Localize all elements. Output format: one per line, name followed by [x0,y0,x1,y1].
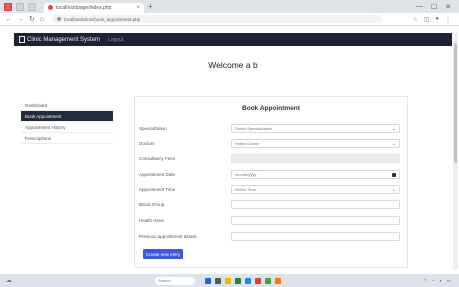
form-row-date: Appointment Date mm/dd/yyyy [139,170,403,179]
task-view-icon[interactable] [215,277,221,284]
chrome-icon[interactable] [255,277,261,284]
profile-icon[interactable]: ● [435,16,439,23]
specialization-select[interactable]: Select Specialization ⌄ [231,124,400,133]
scrollbar-thumb[interactable] [454,43,457,163]
sidebar-item-appointment-history[interactable]: Appointment History [21,122,113,133]
health-issue-input[interactable] [231,216,400,225]
welcome-heading: Welcome a b [208,60,258,70]
book-appointment-card: Book Appointment Specialization Select S… [134,96,408,268]
form-row-previous-details: Previous appointment details [139,232,403,241]
brand[interactable]: Clinic Management System [19,36,100,43]
app-icon[interactable] [275,277,281,284]
os-taskbar: ☁ Search ^ ◔ ◖ ▭ [0,274,459,287]
taskbar-search[interactable]: Search [155,276,195,285]
store-icon[interactable] [235,277,241,284]
url-input[interactable]: localhost/clinic/book_appointment.php [52,15,383,23]
sidebar-item-dashboard[interactable]: Dashboard [21,100,113,111]
wifi-icon[interactable]: ◔ [431,278,434,283]
sidebar: Dashboard Book Appointment Appointment H… [21,100,113,144]
volume-icon[interactable]: ◖ [439,278,442,283]
maximize-icon[interactable]: ☐ [431,3,437,11]
window-control-icon[interactable] [16,2,24,11]
start-icon[interactable] [205,277,211,284]
browser-tab[interactable]: localhost/page/index.php × [44,2,144,13]
form-row-doctors: Doctors Select Doctor ⌄ [139,139,403,148]
new-tab-button[interactable]: + [148,2,153,11]
menu-icon[interactable]: ⋮ [445,16,451,23]
chevron-down-icon: ⌄ [391,125,396,132]
logout-link[interactable]: Logout [108,37,123,43]
field-label: Appointment Date [139,172,176,177]
tab-close-icon[interactable]: × [136,5,140,11]
file-explorer-icon[interactable] [225,277,231,284]
browser-extensions: ☆ ◫ ● ⋮ [412,16,451,23]
close-icon[interactable]: ✕ [445,3,451,11]
app-icon[interactable] [265,277,271,284]
taskbar-search-label: Search [158,278,171,283]
doctor-select[interactable]: Select Doctor ⌄ [231,139,400,148]
app-navbar: Clinic Management System Logout [14,33,452,46]
select-value: Select Time [235,187,256,192]
field-label: Doctors [139,141,155,146]
window-control-icon[interactable] [28,2,36,11]
field-label: Appointment Time [139,187,176,192]
create-entry-button[interactable]: Create new entry [143,249,183,259]
calendar-icon[interactable] [392,172,396,177]
form-row-blood-group: Blood Group [139,200,403,209]
clinic-icon [19,36,25,43]
extension-icon[interactable]: ◫ [424,16,430,23]
tab-title: localhost/page/index.php [56,4,112,11]
edge-icon[interactable] [245,277,251,284]
select-value: Select Doctor [235,141,260,146]
form-title: Book Appointment [242,105,300,112]
home-icon[interactable]: ⌂ [40,16,44,23]
blood-group-input[interactable] [231,200,400,209]
field-label: Health Issue [139,218,165,223]
field-label: Previous appointment details [139,234,197,239]
fees-field [231,154,400,163]
back-icon[interactable]: ← [5,16,12,23]
star-icon[interactable]: ☆ [412,16,417,23]
field-label: Specialization [139,126,167,131]
favicon-icon [48,5,53,10]
form-row-time: Appointment Time Select Time ⌄ [139,185,403,194]
page-scrollbar[interactable] [453,33,458,270]
chevron-down-icon: ⌄ [391,140,396,147]
form-row-fees: Consultancy Fees [139,154,403,163]
field-value: mm/dd/yyyy [235,172,257,177]
tray-chevron-icon[interactable]: ^ [424,278,426,283]
reload-icon[interactable]: ↻ [29,15,35,23]
system-tray: ^ ◔ ◖ ▭ [424,278,451,284]
chevron-down-icon: ⌄ [391,186,396,193]
window-controls: — ☐ ✕ [416,3,451,11]
appointment-date-input[interactable]: mm/dd/yyyy [231,170,400,179]
appointment-time-select[interactable]: Select Time ⌄ [231,185,400,194]
window-control-icon[interactable] [4,2,12,11]
form-row-specialization: Specialization Select Specialization ⌄ [139,124,403,133]
form-row-health-issue: Health Issue [139,216,403,225]
select-value: Select Specialization [235,126,272,131]
url-text: localhost/clinic/book_appointment.php [64,16,141,22]
field-label: Consultancy Fees [139,156,176,161]
forward-icon[interactable]: → [17,16,24,23]
lock-icon [57,17,62,21]
sidebar-item-prescriptions[interactable]: Prescriptions [21,133,113,144]
minimize-icon[interactable]: — [416,3,423,11]
sidebar-item-book-appointment[interactable]: Book Appointment [21,111,113,122]
field-label: Blood Group [139,202,165,207]
previous-details-input[interactable] [231,232,400,241]
weather-icon[interactable]: ☁ [6,277,12,284]
browser-address-bar: ← → ↻ ⌂ localhost/clinic/book_appointmen… [0,13,459,26]
taskbar-apps [205,277,281,284]
brand-label: Clinic Management System [27,36,101,43]
clock[interactable]: ▭ [447,278,451,284]
browser-tab-bar: localhost/page/index.php × + — ☐ ✕ [0,0,459,13]
